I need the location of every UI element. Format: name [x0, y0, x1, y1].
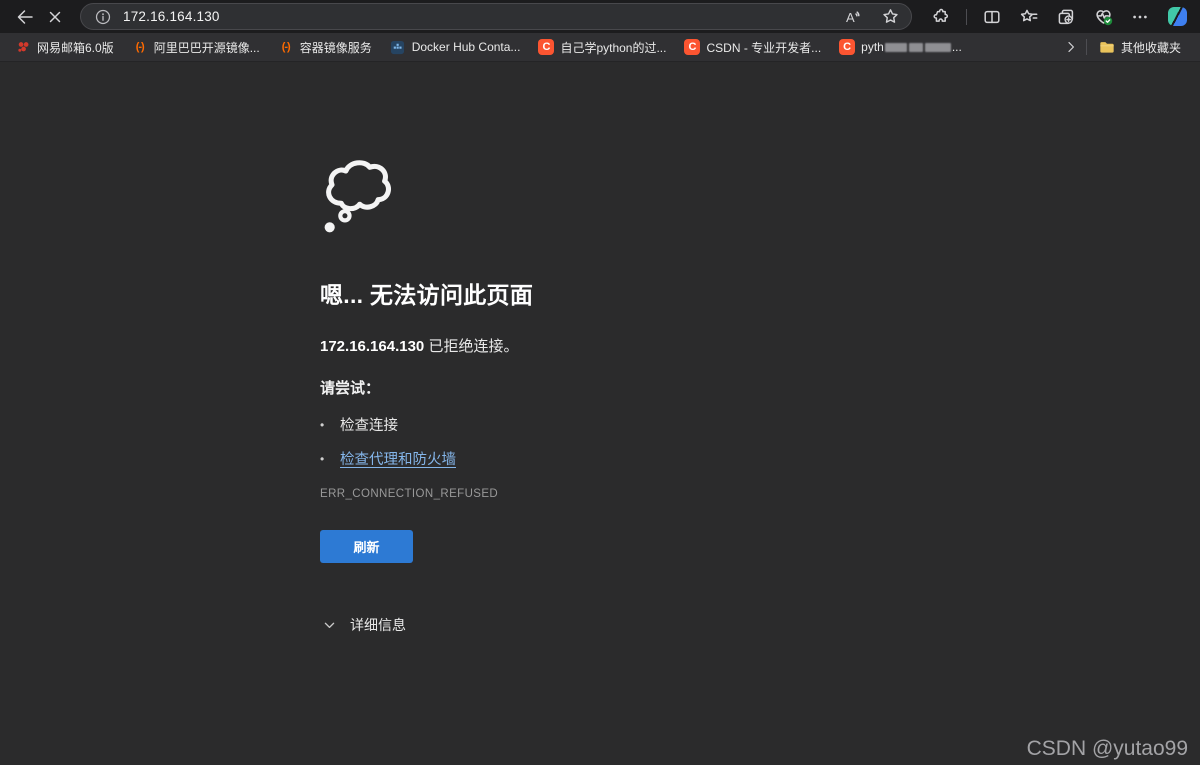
error-page: 嗯... 无法访问此页面 172.16.164.130 已拒绝连接。 请尝试： …: [0, 62, 1200, 764]
error-title: 嗯... 无法访问此页面: [320, 282, 534, 308]
csdn-favicon: C: [538, 39, 555, 55]
redacted-text-block: [908, 43, 923, 53]
copilot-button[interactable]: [1162, 4, 1192, 30]
collections-button[interactable]: [1051, 4, 1081, 30]
csdn-favicon: C: [684, 39, 701, 55]
read-aloud-icon: A: [846, 10, 860, 25]
url-text[interactable]: 172.16.164.130: [123, 9, 829, 24]
suggestion-item: • 检查连接: [320, 414, 860, 435]
bookmark-label: 网易邮箱6.0版: [37, 40, 114, 55]
extensions-button[interactable]: [926, 4, 956, 30]
browser-toolbar: 172.16.164.130 A: [0, 0, 1200, 33]
error-message: 172.16.164.130 已拒绝连接。: [320, 335, 860, 356]
chevron-down-icon: [324, 622, 335, 628]
favorites-button[interactable]: [1014, 4, 1044, 30]
refresh-button[interactable]: 刷新: [320, 530, 413, 563]
bookmark-item[interactable]: 网易邮箱6.0版: [6, 36, 123, 59]
favorite-this-page-button[interactable]: [877, 4, 903, 30]
thought-bubble-icon: [324, 160, 392, 233]
extensions-icon: [933, 8, 948, 22]
star-icon: [882, 9, 898, 23]
read-aloud-button[interactable]: A: [840, 4, 866, 30]
bookmark-label: Docker Hub Conta...: [411, 40, 521, 54]
split-screen-icon: [984, 10, 1000, 23]
bookmark-label: 自己学python的过...: [560, 40, 667, 55]
collections-icon: [1058, 9, 1074, 24]
redacted-text-block: [884, 43, 907, 53]
redacted-text-block: [924, 43, 951, 53]
csdn-favicon: C: [839, 39, 856, 55]
browser-essentials-icon: [1095, 10, 1112, 26]
details-label: 详细信息: [350, 617, 406, 633]
bookmarks-bar: 网易邮箱6.0版 (-) 阿里巴巴开源镜像... (-) 容器镜像服务 Dock…: [0, 33, 1200, 62]
bookmark-item-redacted[interactable]: C pyth...: [830, 36, 971, 58]
bookmarks-divider: [1085, 39, 1087, 55]
more-dots-icon: [1133, 15, 1147, 18]
netease-mail-favicon: [15, 39, 31, 55]
bookmark-label: 容器镜像服务: [299, 40, 372, 55]
bookmark-item[interactable]: (-) 阿里巴巴开源镜像...: [123, 36, 269, 59]
watermark: CSDN @yutao99: [1026, 737, 1188, 760]
toolbar-divider: [966, 8, 967, 25]
bookmark-item[interactable]: C CSDN - 专业开发者...: [675, 36, 830, 59]
refused-host: 172.16.164.130: [320, 338, 425, 355]
stop-button[interactable]: [40, 4, 70, 30]
bookmark-item[interactable]: (-) 容器镜像服务: [269, 36, 381, 59]
toolbar-right-icons: [926, 4, 1192, 30]
folder-icon: [1099, 39, 1115, 55]
check-proxy-firewall-link[interactable]: 检查代理和防火墙: [340, 448, 456, 469]
suggestion-label: 检查连接: [340, 418, 398, 434]
address-bar[interactable]: 172.16.164.130 A: [80, 3, 912, 30]
bullet-glyph: •: [320, 417, 325, 432]
bookmark-label: 阿里巴巴开源镜像...: [153, 40, 260, 55]
copilot-icon: [1167, 7, 1187, 26]
favorites-star-lines-icon: [1020, 9, 1038, 21]
settings-more-button[interactable]: [1125, 4, 1155, 30]
error-content: 嗯... 无法访问此页面 172.16.164.130 已拒绝连接。 请尝试： …: [320, 155, 860, 635]
stop-icon: [49, 11, 61, 22]
bookmark-label: pyth...: [861, 40, 962, 54]
svg-text:A: A: [846, 10, 855, 25]
bookmark-item[interactable]: Docker Hub Conta...: [381, 36, 530, 58]
details-toggle[interactable]: 详细信息: [322, 615, 406, 635]
error-code: ERR_CONNECTION_REFUSED: [320, 488, 499, 500]
suggestion-item: • 检查代理和防火墙: [320, 448, 860, 469]
bookmarks-overflow-button[interactable]: [1059, 34, 1083, 60]
back-button[interactable]: [10, 4, 40, 30]
bookmark-label: CSDN - 专业开发者...: [706, 40, 822, 55]
chevron-right-icon: [1068, 42, 1074, 52]
bullet-glyph: •: [320, 451, 325, 466]
site-info-icon[interactable]: [94, 8, 112, 26]
other-favorites-folder[interactable]: 其他收藏夹: [1090, 36, 1190, 59]
back-icon: [17, 9, 33, 24]
browser-essentials-button[interactable]: [1088, 4, 1118, 30]
aliyun-favicon: (-): [281, 41, 291, 53]
aliyun-favicon: (-): [135, 41, 145, 53]
bookmark-item[interactable]: C 自己学python的过...: [529, 36, 675, 59]
other-favorites-label: 其他收藏夹: [1120, 40, 1181, 55]
split-screen-button[interactable]: [977, 4, 1007, 30]
refused-text: 已拒绝连接。: [424, 338, 519, 355]
docker-favicon: [390, 39, 406, 55]
try-heading: 请尝试：: [320, 380, 381, 397]
